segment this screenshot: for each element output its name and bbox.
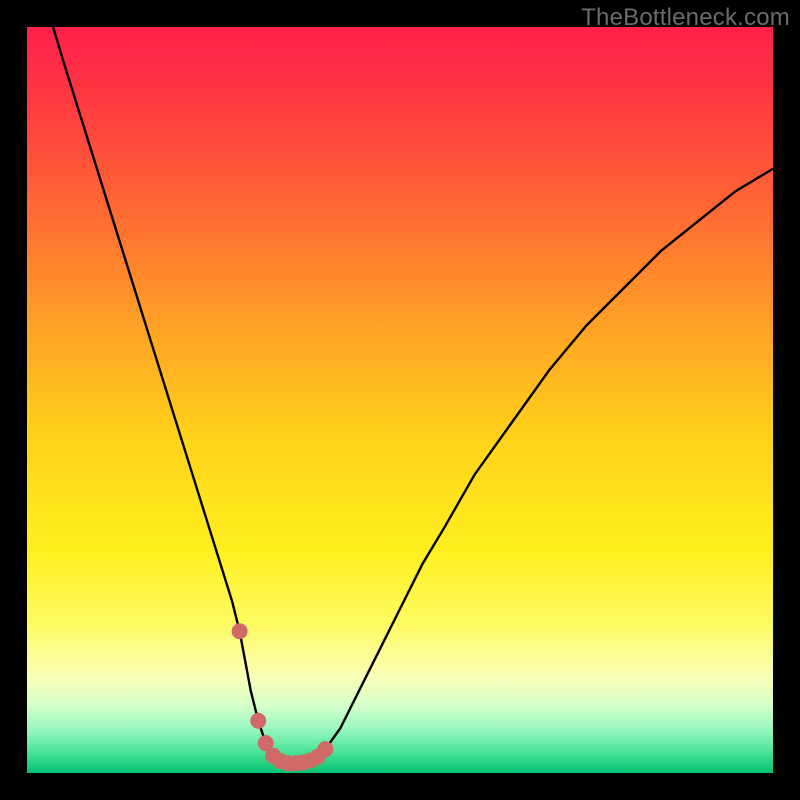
- data-point: [250, 713, 266, 729]
- data-point: [232, 623, 248, 639]
- chart-frame: TheBottleneck.com: [0, 0, 800, 800]
- watermark-text: TheBottleneck.com: [581, 4, 790, 32]
- curve-markers: [232, 623, 334, 771]
- data-point: [317, 741, 333, 757]
- plot-area: [27, 27, 773, 773]
- curve-line: [53, 27, 773, 763]
- bottleneck-curve: [27, 27, 773, 773]
